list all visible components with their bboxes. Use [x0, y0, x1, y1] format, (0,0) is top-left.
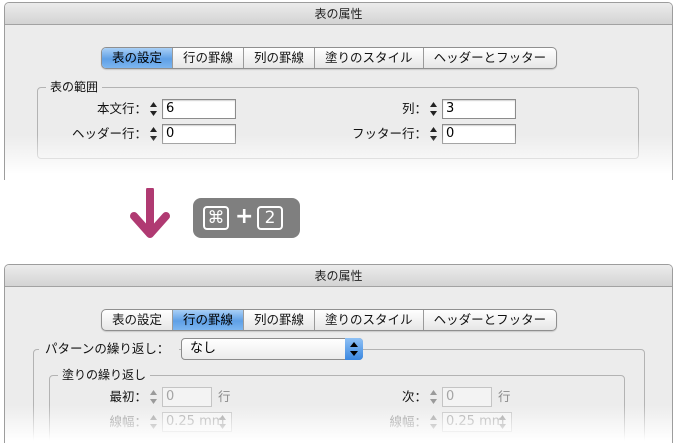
first-field[interactable]: 0 — [162, 387, 212, 407]
weight-dropdown-right-icon[interactable] — [496, 412, 509, 432]
table-options-dialog-top: 表の属性 表の設定 行の罫線 列の罫線 塗りのスタイル ヘッダーとフッター 表の… — [4, 2, 673, 180]
weight-stepper-right[interactable] — [427, 412, 440, 432]
next-stepper[interactable] — [427, 387, 440, 407]
pattern-repeat-value: なし — [190, 341, 217, 356]
footer-rows-stepper[interactable] — [427, 124, 440, 144]
tab-fills[interactable]: 塗りのスタイル — [315, 310, 424, 330]
tab-headers-footers[interactable]: ヘッダーとフッター — [424, 310, 557, 330]
first-stepper[interactable] — [147, 387, 160, 407]
tab-row-strokes[interactable]: 行の罫線 — [173, 310, 245, 330]
pattern-repeat-select[interactable]: なし — [181, 338, 363, 360]
body-rows-field[interactable]: 6 — [162, 99, 236, 119]
tab-table-setup[interactable]: 表の設定 — [102, 310, 174, 330]
tab-bar: 表の設定 行の罫線 列の罫線 塗りのスタイル ヘッダーとフッター — [101, 309, 558, 331]
pattern-repeat-label: パターンの繰り返し： — [39, 339, 179, 359]
plus-sign: + — [235, 204, 254, 229]
columns-stepper[interactable] — [427, 99, 440, 119]
tab-headers-footers[interactable]: ヘッダーとフッター — [424, 48, 557, 68]
key-2-icon: 2 — [257, 206, 283, 230]
arrow-down-icon — [130, 188, 170, 238]
dialog-title: 表の属性 — [5, 3, 672, 25]
columns-label: 列： — [401, 101, 427, 116]
command-key-icon: ⌘ — [203, 206, 229, 230]
dialog-title: 表の属性 — [5, 265, 672, 287]
header-rows-label: ヘッダー行： — [71, 126, 147, 141]
next-label: 次： — [401, 389, 427, 404]
first-label: 最初： — [109, 389, 147, 404]
tab-column-strokes[interactable]: 列の罫線 — [244, 48, 316, 68]
chevron-updown-icon — [345, 338, 363, 360]
keyboard-shortcut-badge: ⌘ + 2 — [193, 198, 300, 238]
body-rows-stepper[interactable] — [147, 99, 160, 119]
table-dimensions-group: 表の範囲 — [37, 80, 639, 159]
tab-column-strokes[interactable]: 列の罫線 — [244, 310, 316, 330]
weight-label-right: 線幅： — [389, 414, 427, 429]
header-rows-field[interactable]: 0 — [162, 124, 236, 144]
fill-repeat-group: 塗りの繰り返し — [49, 368, 625, 443]
tab-fills[interactable]: 塗りのスタイル — [315, 48, 424, 68]
body-rows-label: 本文行： — [96, 101, 147, 116]
weight-stepper-left[interactable] — [147, 412, 160, 432]
group-title: 塗りの繰り返し — [58, 368, 151, 382]
next-unit: 行 — [498, 389, 511, 404]
header-rows-stepper[interactable] — [147, 124, 160, 144]
tab-table-setup[interactable]: 表の設定 — [102, 48, 174, 68]
first-unit: 行 — [218, 389, 231, 404]
tab-bar: 表の設定 行の罫線 列の罫線 塗りのスタイル ヘッダーとフッター — [101, 47, 558, 69]
next-field[interactable]: 0 — [442, 387, 492, 407]
group-title: 表の範囲 — [46, 80, 103, 94]
weight-label-left: 線幅： — [109, 414, 147, 429]
table-options-dialog-bottom: 表の属性 表の設定 行の罫線 列の罫線 塗りのスタイル ヘッダーとフッター パタ… — [4, 264, 673, 443]
tab-row-strokes[interactable]: 行の罫線 — [173, 48, 245, 68]
columns-field[interactable]: 3 — [442, 99, 516, 119]
footer-rows-label: フッター行： — [351, 126, 427, 141]
weight-dropdown-left-icon[interactable] — [216, 412, 229, 432]
footer-rows-field[interactable]: 0 — [442, 124, 516, 144]
